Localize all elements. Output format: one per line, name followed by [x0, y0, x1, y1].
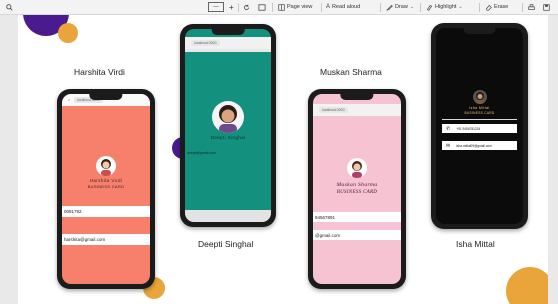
browser-url-bar[interactable]: localhost:3000 — [313, 104, 401, 116]
muskan-card-name: Muskan Sharma — [336, 182, 378, 188]
home-icon[interactable]: ⌂ — [68, 98, 70, 102]
chevron-down-icon: ⌄ — [458, 4, 463, 10]
harshita-avatar — [96, 156, 116, 176]
search-icon[interactable] — [6, 3, 13, 12]
harshita-email-field: harshita@gmail.com — [62, 234, 150, 245]
page-view-button[interactable]: Page view — [278, 3, 312, 12]
pdf-page: Harshita Virdi Muskan Sharma Deepti Sing… — [18, 15, 548, 304]
phone-isha: Isha Mittal BUSINESS CARD ✆ +91 94567812… — [431, 23, 528, 229]
page-view-label: Page view — [287, 4, 313, 10]
draw-button[interactable]: Draw ⌄ — [386, 3, 414, 12]
muskan-avatar — [347, 158, 367, 178]
phone-muskan: localhost:3000 Muskan Sharma BUSINESS CA… — [308, 89, 406, 289]
highlight-label: Highlight — [435, 4, 457, 10]
muskan-phone-field: 94567891 — [313, 212, 401, 222]
print-icon[interactable] — [528, 3, 535, 12]
muskan-email-field: @gmail.com — [313, 230, 401, 240]
muskan-card-screen: localhost:3000 Muskan Sharma BUSINESS CA… — [313, 94, 401, 284]
browser-url-bar[interactable]: localhost:3000 — [185, 37, 271, 49]
harshita-card-screen: ⌂ localhost:3000 Harshita Virdi BUSINESS… — [62, 94, 150, 284]
name-deepti: Deepti Singhal — [198, 239, 254, 249]
read-aloud-label: Read aloud — [332, 4, 361, 10]
chevron-down-icon: ⌄ — [409, 4, 415, 10]
phone-notch — [463, 28, 496, 34]
mail-icon: ✉ — [446, 142, 451, 149]
isha-phone-value: +91 9456781234 — [456, 126, 481, 131]
deepti-card-screen: localhost:3000 Deepti Singhal deepti@gma… — [185, 29, 271, 222]
harshita-card-name: Harshita Virdi — [89, 178, 123, 183]
isha-card-name: Isha Mittal — [469, 106, 490, 110]
reader-toolbar: — + Page view A Read aloud Draw ⌄ Highli… — [0, 0, 558, 15]
phone-deepti: localhost:3000 Deepti Singhal deepti@gma… — [180, 24, 276, 227]
harshita-phone-field: 0081792 — [62, 206, 150, 217]
name-isha: Isha Mittal — [456, 239, 495, 249]
phone-notch — [89, 94, 123, 100]
phone-notch — [340, 94, 374, 100]
save-icon[interactable] — [543, 3, 550, 12]
phone-notch — [211, 29, 245, 35]
isha-email-row: ✉ isha.mittal09@gmail.com — [442, 141, 517, 150]
url-field[interactable]: localhost:3000 — [191, 40, 220, 46]
fit-page-icon[interactable] — [258, 3, 266, 12]
isha-email-value: isha.mittal09@gmail.com — [456, 143, 492, 148]
erase-label: Erase — [494, 4, 509, 10]
isha-avatar — [473, 90, 487, 104]
name-muskan: Muskan Sharma — [320, 67, 382, 77]
phone-icon: ✆ — [446, 125, 451, 132]
url-field[interactable]: localhost:3000 — [319, 107, 348, 113]
harshita-card-title: BUSINESS CARD — [87, 184, 125, 189]
deepti-card-name: Deepti Singhal — [210, 135, 246, 140]
erase-button[interactable]: Erase — [485, 3, 508, 12]
read-aloud-icon: A — [326, 4, 331, 10]
isha-card-screen: Isha Mittal BUSINESS CARD ✆ +91 94567812… — [436, 28, 523, 224]
orange-blob-top-left — [58, 23, 78, 43]
highlight-button[interactable]: Highlight ⌄ — [426, 3, 463, 12]
phone-harshita: ⌂ localhost:3000 Harshita Virdi BUSINESS… — [57, 89, 155, 289]
draw-label: Draw — [395, 4, 408, 10]
read-aloud-button[interactable]: A Read aloud — [326, 3, 360, 12]
muskan-card-title: BUSINESS CARD — [336, 190, 378, 195]
zoom-out-button[interactable]: — — [208, 2, 224, 12]
isha-card-title: BUSINESS CARD — [464, 111, 495, 115]
rotate-icon[interactable] — [243, 3, 250, 12]
zoom-in-button[interactable]: + — [229, 3, 234, 12]
deepti-avatar — [212, 101, 244, 133]
deepti-email-field: deepti@gmail.com — [187, 151, 217, 155]
isha-phone-row: ✆ +91 9456781234 — [442, 124, 517, 133]
name-harshita: Harshita Virdi — [74, 67, 125, 77]
deepti-bottom-bar — [185, 210, 271, 222]
orange-blob-bottom-right — [506, 267, 548, 304]
